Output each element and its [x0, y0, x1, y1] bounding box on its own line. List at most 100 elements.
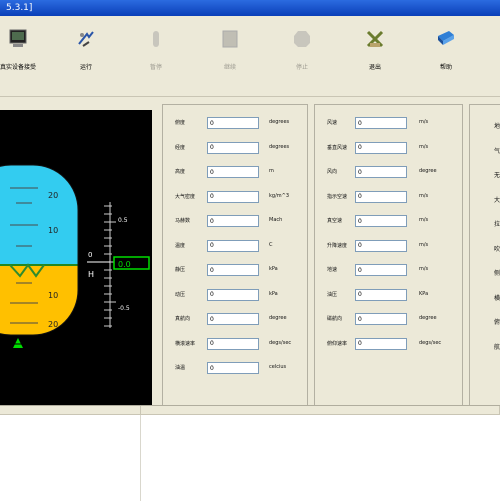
exit-icon	[366, 30, 384, 48]
param-label: 垂直风速	[327, 144, 348, 151]
param-unit: kPa	[269, 290, 278, 297]
param-label: 升降速度	[327, 242, 348, 249]
param-value-field[interactable]	[355, 239, 407, 252]
param-value-field[interactable]	[355, 313, 407, 325]
param-unit: m/s	[419, 119, 429, 125]
param-value-field[interactable]	[207, 337, 259, 350]
exit-label: 退出	[368, 64, 381, 71]
help-label: 帮助	[439, 64, 452, 71]
param-unit: degs/sec	[419, 339, 442, 346]
connect-button[interactable]: 真实设备接受	[0, 22, 50, 88]
param-value-field[interactable]	[355, 288, 407, 301]
height-value: 0.0	[118, 260, 131, 269]
param-label: 马赫数	[175, 218, 191, 224]
param-label: 真空速	[327, 218, 343, 224]
param-label: 气	[494, 147, 500, 155]
param-value-field[interactable]	[355, 215, 407, 227]
param-unit: degree	[269, 315, 287, 321]
param-label: 风速	[327, 120, 338, 126]
main-area: 20 10 10 20 0.5 0 -0.5 H 0.0 俯度 degrees 经度…	[0, 100, 500, 406]
param-label: 动压	[175, 291, 186, 298]
param-label: 静压	[175, 267, 186, 273]
params-panel-1: 俯度 degrees 经度 degrees 高度 m 大气密度 kg/m^3 马赫数 Mach 温度…	[162, 104, 308, 406]
continue-icon	[222, 30, 238, 48]
continue-label: 继续	[223, 64, 236, 71]
param-value-field[interactable]	[355, 190, 407, 203]
params-panel-3: 地气无大拉吹侧横俯航	[469, 104, 500, 406]
param-value-field[interactable]	[207, 239, 259, 252]
param-unit: m/s	[419, 217, 429, 223]
exit-button[interactable]: 退出	[343, 22, 407, 88]
param-unit: m/s	[419, 143, 429, 150]
param-label: 侧	[494, 270, 500, 277]
param-value-field[interactable]	[207, 141, 259, 154]
stop-icon	[294, 31, 310, 47]
run-label: 运行	[79, 64, 92, 71]
param-label: 地速	[327, 267, 338, 273]
param-value-field[interactable]	[207, 166, 259, 178]
param-label: 横	[494, 294, 500, 302]
log-list[interactable]	[0, 405, 500, 501]
param-label: 指示空速	[327, 193, 348, 200]
help-book-icon	[438, 31, 454, 45]
param-unit: Mach	[269, 217, 283, 223]
continue-button[interactable]: 继续	[198, 22, 262, 88]
param-unit: m	[269, 168, 274, 174]
param-label: 大气密度	[175, 193, 196, 200]
run-button[interactable]: 运行	[54, 22, 118, 88]
param-value-field[interactable]	[207, 264, 259, 276]
run-icon	[78, 31, 94, 47]
param-unit: degree	[419, 315, 437, 321]
pause-icon	[153, 31, 159, 47]
connect-label: 真实设备接受	[0, 64, 36, 71]
param-label: 俯仰速率	[327, 340, 348, 347]
stop-button[interactable]: 停止	[270, 22, 334, 88]
scale-label: -0.5	[118, 305, 130, 312]
param-value-field[interactable]	[207, 288, 259, 301]
param-value-field[interactable]	[207, 190, 259, 203]
param-label: 横滚速率	[175, 340, 196, 347]
param-label: 拉	[494, 221, 500, 228]
pitch-label: 10	[48, 226, 58, 235]
roll-pointer-icon	[13, 338, 23, 348]
param-label: 风向	[327, 169, 338, 175]
param-unit: celcius	[269, 364, 287, 370]
param-unit: degrees	[269, 119, 290, 125]
toolbar: 真实设备接受 运行 暂停 继续 停止 退出 帮助	[0, 16, 500, 97]
monitor-icon	[9, 29, 27, 47]
param-label: 磁航向	[327, 316, 343, 322]
h-label: H	[88, 270, 94, 279]
pitch-label: 20	[48, 320, 58, 329]
sky-area	[0, 165, 78, 265]
param-label: 油温	[175, 365, 186, 371]
param-label: 高度	[175, 169, 186, 175]
param-label: 大	[494, 196, 500, 204]
pause-button[interactable]: 暂停	[124, 22, 188, 88]
list-column-header[interactable]	[141, 406, 500, 414]
param-label: 航	[494, 343, 500, 351]
pitch-label: 20	[48, 191, 58, 200]
window-title: 5.3.1]	[6, 3, 33, 13]
list-column-header[interactable]	[0, 406, 141, 414]
param-unit: KPa	[419, 290, 429, 297]
help-button[interactable]: 帮助	[414, 22, 478, 88]
param-label: 俯度	[175, 120, 186, 126]
scale-label: 0	[88, 251, 92, 259]
param-unit: kPa	[269, 266, 278, 272]
param-label: 温度	[175, 242, 186, 249]
param-label: 地	[494, 123, 500, 130]
param-value-field[interactable]	[355, 117, 407, 129]
param-value-field[interactable]	[355, 264, 407, 276]
param-unit: kg/m^3	[269, 192, 289, 199]
param-label: 无	[494, 172, 500, 179]
param-value-field[interactable]	[355, 141, 407, 154]
param-value-field[interactable]	[207, 362, 259, 374]
param-label: 油压	[327, 291, 338, 298]
param-value-field[interactable]	[355, 166, 407, 178]
title-bar: 5.3.1]	[0, 0, 500, 16]
param-value-field[interactable]	[207, 215, 259, 227]
param-value-field[interactable]	[355, 337, 407, 350]
attitude-indicator: 20 10 10 20 0.5 0 -0.5 H 0.0	[0, 164, 150, 348]
param-value-field[interactable]	[207, 117, 259, 129]
param-value-field[interactable]	[207, 313, 259, 325]
